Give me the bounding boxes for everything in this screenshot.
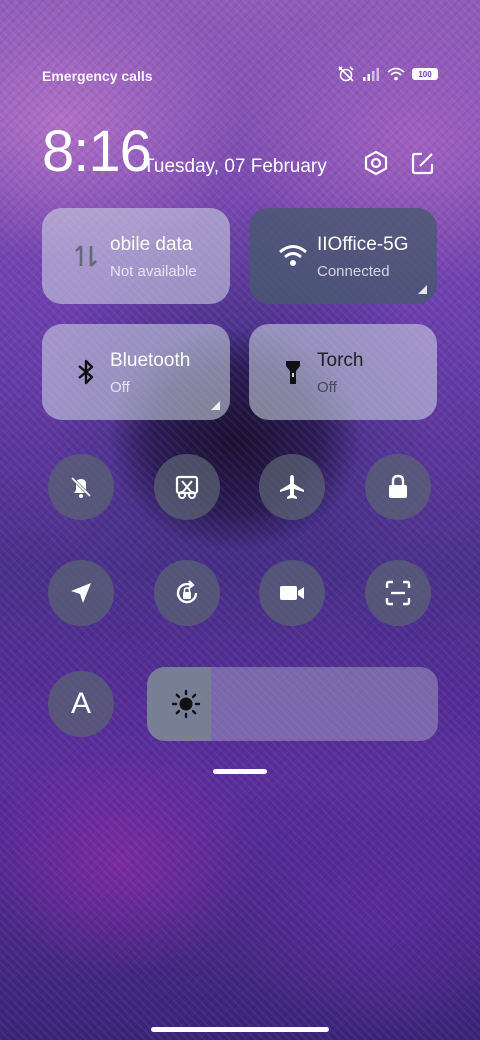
- carrier-text: Emergency calls: [42, 68, 153, 84]
- mute-icon: [70, 476, 92, 498]
- wifi-icon: [279, 245, 307, 266]
- tile-title: Torch: [317, 350, 364, 371]
- signal-icon: [363, 68, 379, 81]
- rotation-lock-toggle[interactable]: [154, 560, 220, 626]
- clock[interactable]: 8:16: [42, 120, 152, 184]
- screen-recorder-icon: [280, 586, 304, 600]
- airplane-toggle[interactable]: [259, 454, 325, 520]
- tile-title: obile data: [110, 234, 193, 255]
- tile-subtitle: Connected: [317, 263, 390, 280]
- date[interactable]: Tuesday, 07 February: [143, 156, 327, 178]
- font-button-label: A: [70, 687, 91, 720]
- tile-title: Bluetooth: [110, 350, 191, 371]
- rotation-lock-icon: [176, 580, 198, 604]
- lock-screen-icon: [389, 474, 407, 498]
- brightness-icon: [171, 689, 201, 719]
- battery-level: 100: [418, 69, 432, 79]
- tile-subtitle: Off: [317, 379, 337, 396]
- scanner-icon: [385, 580, 411, 606]
- tile-bluetooth[interactable]: Bluetooth Off: [42, 324, 230, 420]
- battery-icon: 100: [412, 68, 438, 80]
- status-bar: Emergency calls 100: [42, 66, 438, 86]
- bluetooth-icon: [78, 359, 94, 385]
- brightness-slider[interactable]: [147, 667, 438, 741]
- edit-icon[interactable]: [410, 150, 436, 176]
- font-size-button[interactable]: A: [48, 671, 114, 737]
- wifi-status-icon: [387, 67, 405, 81]
- expand-corner-icon[interactable]: [211, 401, 220, 410]
- mute-toggle[interactable]: [48, 454, 114, 520]
- navigation-bar[interactable]: [151, 1027, 329, 1032]
- location-icon: [71, 583, 91, 603]
- mobile-data-icon: [75, 245, 97, 267]
- lock-toggle[interactable]: [365, 454, 431, 520]
- tile-subtitle: Off: [110, 379, 130, 396]
- tile-wifi[interactable]: IIOffice-5G Connected: [249, 208, 437, 304]
- airplane-mode-icon: [280, 475, 304, 499]
- status-icons: 100: [337, 66, 438, 82]
- expand-corner-icon[interactable]: [418, 285, 427, 294]
- tile-title: IIOffice-5G: [317, 234, 409, 255]
- settings-icon[interactable]: [363, 150, 389, 176]
- tile-mobile-data[interactable]: obile data Not available: [42, 208, 230, 304]
- screenshot-icon: [175, 475, 199, 499]
- tile-torch[interactable]: Torch Off: [249, 324, 437, 420]
- scanner-toggle[interactable]: [365, 560, 431, 626]
- torch-icon: [286, 361, 300, 384]
- screen-recorder-toggle[interactable]: [259, 560, 325, 626]
- alarm-off-icon: [338, 66, 354, 82]
- panel-drag-handle[interactable]: [213, 769, 267, 774]
- screenshot-toggle[interactable]: [154, 454, 220, 520]
- location-toggle[interactable]: [48, 560, 114, 626]
- tile-subtitle: Not available: [110, 263, 197, 280]
